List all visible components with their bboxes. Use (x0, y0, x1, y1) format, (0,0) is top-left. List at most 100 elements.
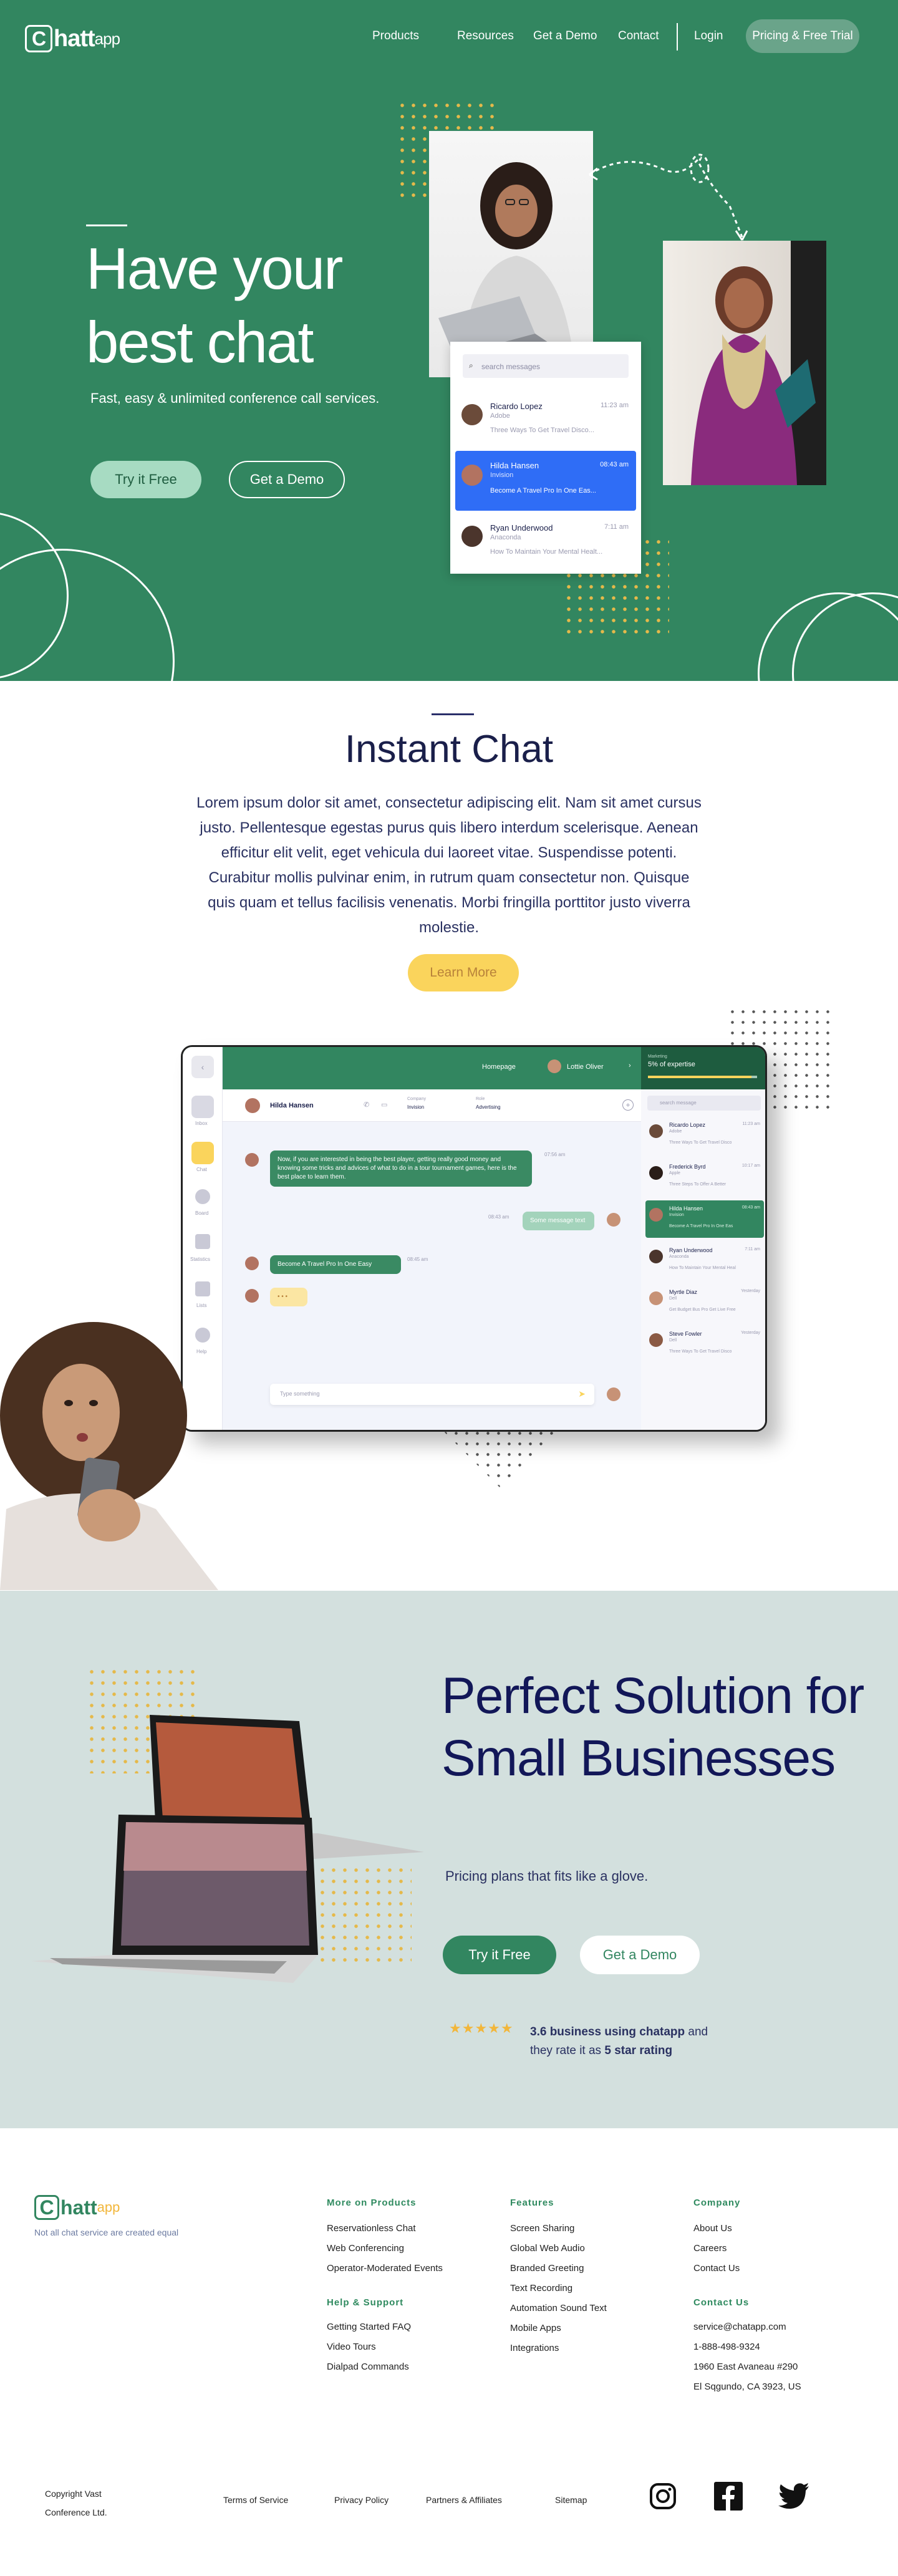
footer-link[interactable]: Screen Sharing (510, 2219, 607, 2239)
footer-logo-letter: C (34, 2195, 59, 2220)
footer-terms-link[interactable]: Terms of Service (223, 2495, 288, 2505)
footer-link[interactable]: Integrations (510, 2338, 607, 2358)
nav-divider (677, 23, 678, 51)
woman-laptop-photo (429, 131, 593, 377)
mock-contact-name: Hilda Hansen (669, 1205, 703, 1212)
nav-contact[interactable]: Contact (618, 29, 659, 43)
learn-more-button[interactable]: Learn More (408, 954, 519, 991)
footer-link[interactable]: Web Conferencing (327, 2239, 443, 2259)
message-time: 08:43 am (600, 461, 629, 468)
nav-get-demo[interactable]: Get a Demo (533, 29, 597, 43)
avatar (461, 465, 483, 486)
footer-link[interactable]: service@chatapp.com (693, 2317, 801, 2337)
decor-dots (440, 1428, 559, 1487)
footer-link[interactable]: Reservationless Chat (327, 2219, 443, 2239)
send-icon[interactable]: ➤ (578, 1389, 586, 1399)
mock-contact-item[interactable]: Myrtle Diaz Dell Yesterday Get Budget Bus P… (645, 1284, 764, 1321)
mock-message-time: 07:56 am (544, 1152, 566, 1157)
mock-sidebar-label: Inbox (195, 1121, 208, 1126)
footer-sitemap-link[interactable]: Sitemap (555, 2495, 587, 2505)
avatar (649, 1124, 663, 1138)
mock-contact-name: Ricardo Lopez (669, 1122, 706, 1128)
search-placeholder: search messages (481, 362, 541, 371)
get-demo-button[interactable]: Get a Demo (580, 1936, 700, 1974)
pricing-free-trial-button[interactable]: Pricing & Free Trial (746, 19, 859, 53)
try-free-button[interactable]: Try it Free (443, 1936, 556, 1974)
footer-link[interactable]: Automation Sound Text (510, 2299, 607, 2318)
message-name: Ryan Underwood (490, 523, 553, 533)
mock-contact-item[interactable]: Frederick Byrd Apple 10:17 am Three Steps T… (645, 1159, 764, 1196)
message-item[interactable]: Ryan Underwood Anaconda 7:11 am How To M… (455, 513, 636, 573)
message-item-selected[interactable]: Hilda Hansen Invision 08:43 am Become A … (455, 451, 636, 511)
instagram-icon[interactable] (649, 2482, 677, 2511)
footer-link[interactable]: Branded Greeting (510, 2259, 607, 2279)
mock-contact-search[interactable]: search message (647, 1096, 761, 1111)
mock-contact-preview: How To Maintain Your Mental Heal (669, 1266, 736, 1270)
mock-sidebar-item-chat[interactable] (191, 1142, 214, 1164)
rating-value: 3.6 business using chatapp (530, 2025, 685, 2038)
mock-contact-time: 08:43 am (741, 1205, 760, 1210)
mock-own-avatar (607, 1387, 620, 1401)
copyright-line2: Conference Ltd. (45, 2507, 107, 2517)
mock-user-chevron-icon[interactable]: › (629, 1062, 631, 1069)
mock-message-input[interactable]: Type something ➤ (270, 1384, 594, 1405)
avatar (649, 1250, 663, 1263)
mock-contact-item[interactable]: Hilda Hansen Invision 08:43 am Become A Tra… (645, 1200, 764, 1238)
footer-link[interactable]: Contact Us (693, 2259, 740, 2279)
mock-input-placeholder: Type something (280, 1391, 320, 1397)
footer-link[interactable]: Operator-Moderated Events (327, 2259, 443, 2279)
footer-link[interactable]: Getting Started FAQ (327, 2317, 411, 2337)
mock-add-icon[interactable]: + (622, 1099, 634, 1111)
mock-contact-avatar (245, 1098, 260, 1113)
facebook-icon[interactable] (714, 2482, 743, 2511)
footer-link[interactable]: Dialpad Commands (327, 2357, 411, 2377)
mock-contact-item[interactable]: Ryan Underwood Anaconda 7:11 am How To Main… (645, 1242, 764, 1280)
get-demo-button[interactable]: Get a Demo (229, 461, 345, 498)
footer-link[interactable]: Mobile Apps (510, 2318, 607, 2338)
footer-link[interactable]: El Sqgundo, CA 3923, US (693, 2377, 801, 2397)
footer-link[interactable]: About Us (693, 2219, 740, 2239)
mock-menu-icon[interactable]: ‹ (191, 1056, 214, 1078)
nav-login[interactable]: Login (694, 29, 723, 43)
message-company: Adobe (490, 412, 510, 420)
logo[interactable]: C hatt app (25, 25, 120, 52)
footer-link[interactable]: Video Tours (327, 2337, 411, 2357)
mock-homepage-link[interactable]: Homepage (482, 1063, 516, 1071)
footer-privacy-link[interactable]: Privacy Policy (334, 2495, 389, 2505)
footer-partners-link[interactable]: Partners & Affiliates (426, 2495, 502, 2505)
footer-link[interactable]: 1960 East Avaneau #290 (693, 2357, 801, 2377)
footer-col-title: Contact Us (693, 2297, 750, 2308)
mock-sidebar-item-board[interactable] (195, 1189, 210, 1204)
avatar (461, 404, 483, 425)
top-navigation: C hatt app Products Resources Get a Demo… (0, 0, 898, 75)
search-icon: ⌕ (469, 361, 473, 370)
footer-logo-text: hatt (60, 2196, 97, 2219)
mock-video-icon[interactable]: ▭ (381, 1101, 387, 1109)
instant-chat-title: Instant Chat (344, 728, 554, 771)
twitter-icon[interactable] (778, 2483, 809, 2509)
mock-contact-item[interactable]: Ricardo Lopez Adobe 11:23 am Three Ways To … (645, 1117, 764, 1154)
footer-link[interactable]: Text Recording (510, 2279, 607, 2299)
avatar (461, 526, 483, 547)
try-free-button[interactable]: Try it Free (90, 461, 201, 498)
footer-logo[interactable]: C hatt app (34, 2195, 120, 2220)
mock-sidebar-item-lists[interactable] (195, 1281, 210, 1296)
footer-link[interactable]: Global Web Audio (510, 2239, 607, 2259)
mock-contact-item[interactable]: Steve Fowler Dell Yesterday Three Ways To G… (645, 1326, 764, 1363)
mock-phone-icon[interactable]: ✆ (364, 1101, 369, 1109)
mock-message-time: 08:45 am (407, 1257, 428, 1262)
nav-products[interactable]: Products (372, 29, 419, 43)
mock-role: Advertising (476, 1104, 501, 1110)
mock-sidebar-item-statistics[interactable] (195, 1234, 210, 1249)
search-box[interactable]: ⌕ search messages (463, 354, 629, 378)
footer-link[interactable]: 1-888-498-9324 (693, 2337, 801, 2357)
mock-sidebar-item-inbox[interactable] (191, 1096, 214, 1118)
hero-subtitle: Fast, easy & unlimited conference call s… (90, 390, 380, 406)
footer-col-title: More on Products (327, 2197, 417, 2208)
mock-contact-name: Frederick Byrd (669, 1164, 706, 1170)
nav-resources[interactable]: Resources (457, 29, 514, 43)
footer-link[interactable]: Careers (693, 2239, 740, 2259)
mock-typing-indicator: • • • (270, 1288, 307, 1306)
message-item[interactable]: Ricardo Lopez Adobe 11:23 am Three Ways … (455, 392, 636, 451)
mock-contact-name: Hilda Hansen (270, 1102, 314, 1109)
